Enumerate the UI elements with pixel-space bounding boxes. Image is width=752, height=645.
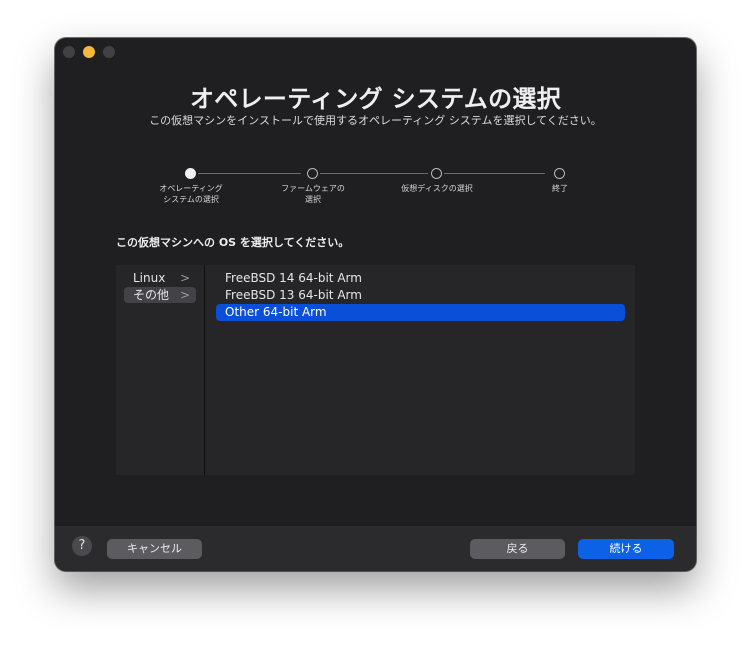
os-item-label: Other 64-bit Arm	[225, 305, 327, 319]
os-column-browser: Linux > その他 > FreeBSD 14 64-bit Arm Free…	[116, 265, 635, 475]
category-label: Linux	[133, 271, 166, 285]
installer-window: オペレーティング システムの選択 この仮想マシンをインストールで使用するオペレー…	[55, 38, 696, 571]
step-connector	[444, 173, 545, 174]
chevron-right-icon: >	[179, 288, 190, 302]
step-2-label-line1: ファームウェアの	[281, 184, 345, 193]
step-3-label-line1: 仮想ディスクの選択	[401, 184, 473, 193]
category-item-other[interactable]: その他 >	[124, 287, 196, 303]
back-button[interactable]: 戻る	[470, 539, 565, 559]
category-item-linux[interactable]: Linux >	[124, 270, 196, 286]
step-2-label: ファームウェアの 選択	[253, 183, 373, 205]
step-1-label-line2: システムの選択	[163, 195, 219, 204]
step-1-indicator	[185, 168, 196, 179]
category-label: その他	[133, 288, 170, 302]
cancel-button[interactable]: キャンセル	[107, 539, 202, 559]
progress-steps: オペレーティング システムの選択 ファームウェアの 選択 仮想ディスクの選択 終…	[55, 38, 696, 218]
step-2-label-line2: 選択	[305, 195, 321, 204]
step-2-indicator	[307, 168, 318, 179]
os-category-column: Linux > その他 >	[116, 265, 205, 475]
os-item-freebsd-13[interactable]: FreeBSD 13 64-bit Arm	[216, 287, 625, 304]
os-item-label: FreeBSD 13 64-bit Arm	[225, 288, 362, 302]
footer-bar: ? キャンセル 戻る 続ける	[55, 526, 696, 571]
step-4-label-line1: 終了	[552, 184, 568, 193]
os-item-freebsd-14[interactable]: FreeBSD 14 64-bit Arm	[216, 270, 625, 287]
step-3-label: 仮想ディスクの選択	[377, 183, 497, 194]
step-connector	[198, 173, 301, 174]
os-item-other-arm[interactable]: Other 64-bit Arm	[216, 304, 625, 321]
chevron-right-icon: >	[179, 271, 190, 285]
os-item-label: FreeBSD 14 64-bit Arm	[225, 271, 362, 285]
step-1-label: オペレーティング システムの選択	[131, 183, 251, 205]
step-1-label-line1: オペレーティング	[159, 184, 223, 193]
step-4-label: 終了	[500, 183, 620, 194]
help-button[interactable]: ?	[72, 536, 92, 556]
os-prompt: この仮想マシンへの OS を選択してください。	[116, 236, 350, 249]
step-4-indicator	[554, 168, 565, 179]
step-3-indicator	[431, 168, 442, 179]
os-version-column: FreeBSD 14 64-bit Arm FreeBSD 13 64-bit …	[206, 265, 635, 475]
step-connector	[320, 173, 428, 174]
continue-button[interactable]: 続ける	[578, 539, 674, 559]
